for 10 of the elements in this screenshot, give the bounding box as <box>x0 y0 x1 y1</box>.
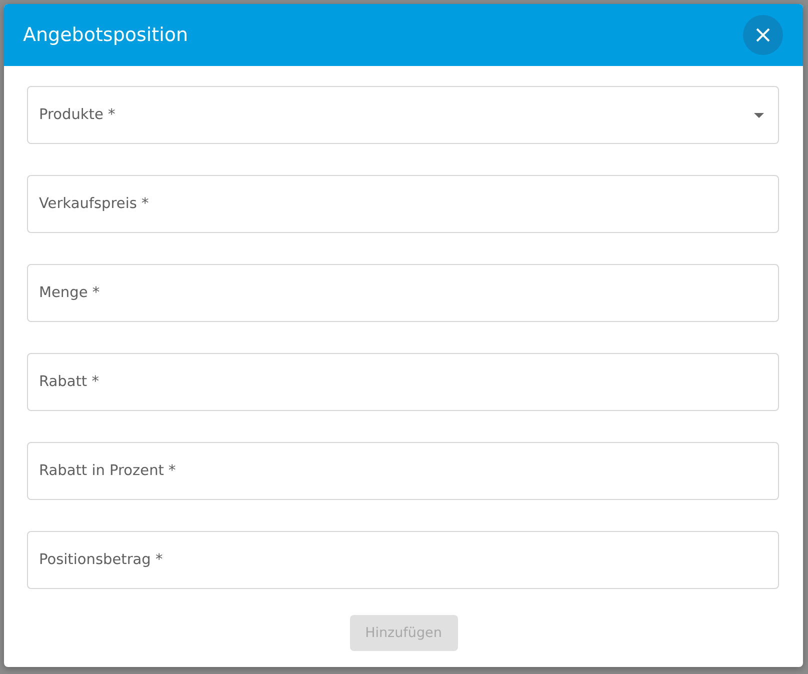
dialog-title: Angebotsposition <box>23 24 188 46</box>
input-field[interactable]: Positionsbetrag * <box>27 531 779 589</box>
input-field[interactable]: Rabatt * <box>27 353 779 411</box>
dropdown-caret-icon <box>754 112 764 118</box>
select-field[interactable]: Produkte * <box>27 86 779 144</box>
close-icon <box>755 27 771 43</box>
close-button[interactable] <box>743 15 783 55</box>
input-field[interactable]: Menge * <box>27 264 779 322</box>
input-field[interactable]: Verkaufspreis * <box>27 175 779 233</box>
input-field[interactable]: Rabatt in Prozent * <box>27 442 779 500</box>
